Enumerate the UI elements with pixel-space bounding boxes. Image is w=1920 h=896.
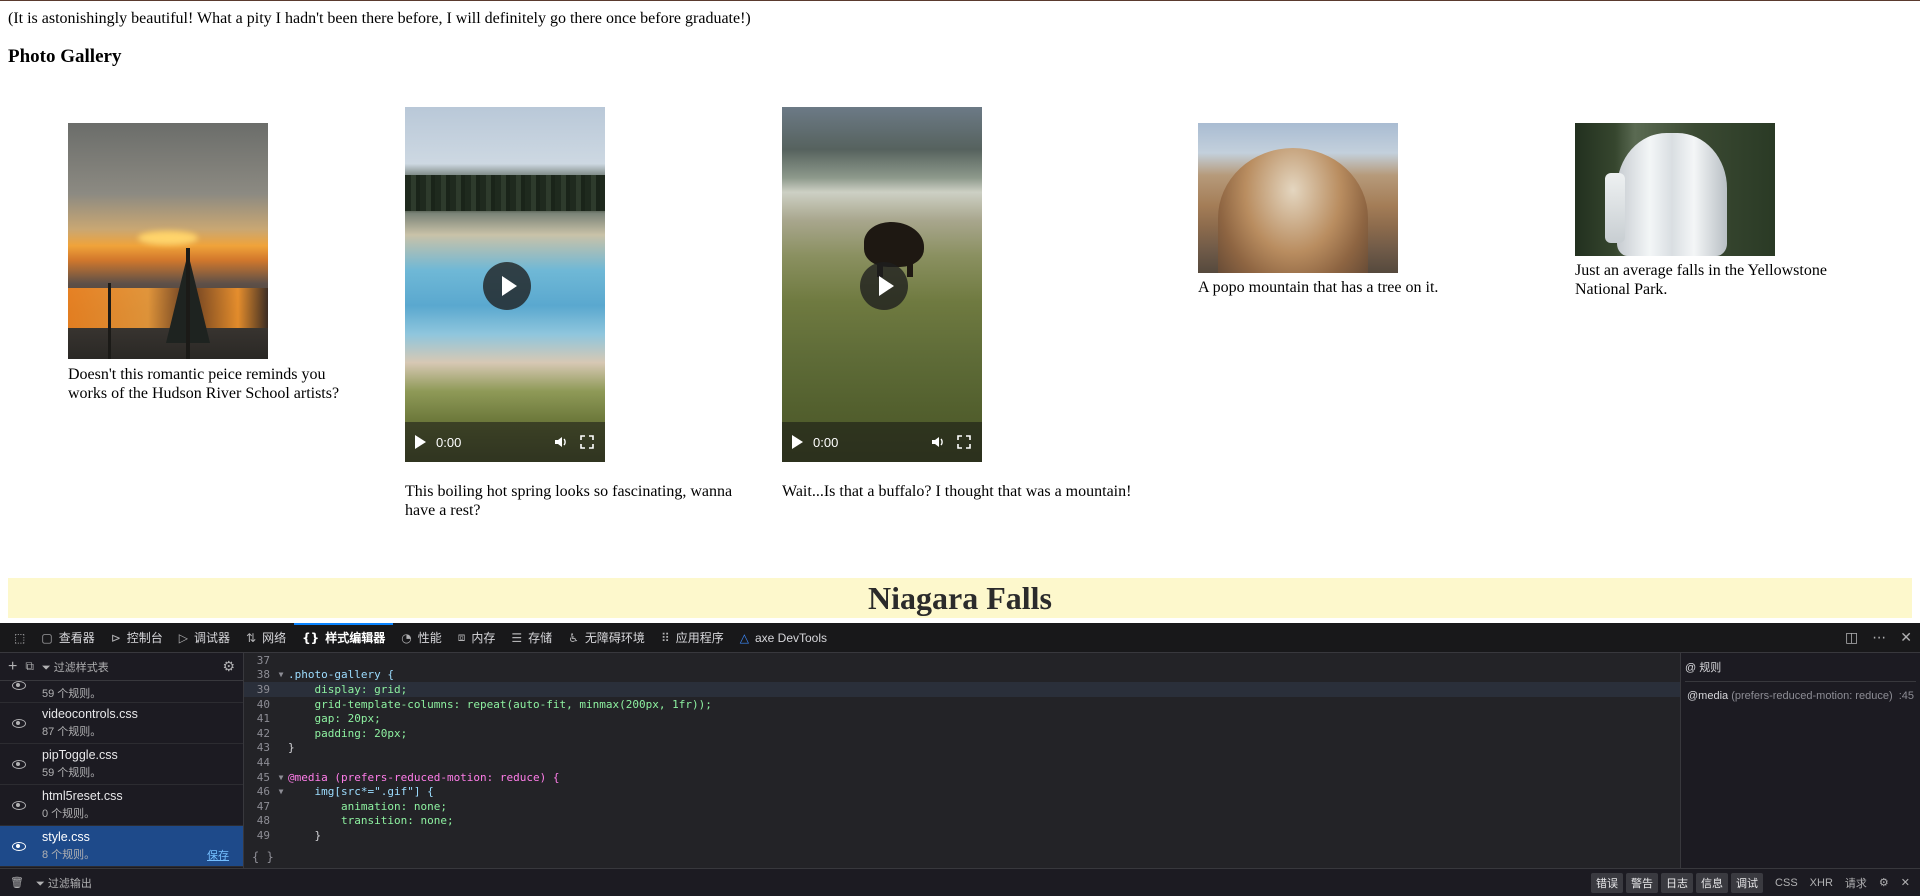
at-rule-item[interactable]: @media (prefers-reduced-motion: reduce) … [1685,682,1916,710]
console-toolbar: 🗑 ⏷ 过滤输出 错误 警告 日志 信息 调试 CSS XHR 请求 ⚙ ✕ [0,868,1920,896]
tab-accessibility[interactable]: ♿ 无障碍环境 [560,623,653,653]
tab-console[interactable]: ⊳ 控制台 [103,623,171,653]
filter-xhr-button[interactable]: XHR [1810,877,1833,889]
visibility-eye-icon[interactable] [12,841,26,851]
debugger-icon: ▷ [178,630,189,645]
stylesheet-item[interactable]: 59 个规则。 [0,681,243,703]
tab-storage[interactable]: ☰ 存储 [503,623,560,653]
visibility-eye-icon[interactable] [12,800,26,810]
code-editor[interactable]: 37 38 ▼ .photo-gallery { 39 display: grid;… [244,653,1680,868]
visibility-eye-icon[interactable] [12,681,26,690]
falls-photo [1575,123,1775,256]
network-icon: ⇅ [246,630,257,645]
add-stylesheet-icon[interactable]: + [8,658,17,676]
hot-spring-video[interactable]: 0:00 [405,107,605,462]
more-options-icon[interactable]: ⋯ [1872,630,1886,646]
caption: Just an average falls in the Yellowstone… [1575,262,1827,298]
stylesheet-item[interactable]: pipToggle.css 59 个规则。 [0,744,243,785]
video-controls: 0:00 [405,422,605,462]
caption: Doesn't this romantic peice reminds you … [68,366,340,402]
devtools-tabbar: ⬚ ▢ 查看器 ⊳ 控制台 ▷ 调试器 ⇅ 网络 {} 样式编辑器 ◔ 性能 ⧈ 内存 ☰ 存储… [0,623,1920,653]
style-editor-icon: {} [302,630,320,645]
close-icon[interactable]: ✕ [1900,630,1912,646]
filter-logs-button[interactable]: 日志 [1661,872,1694,893]
filter-stylesheets-input[interactable]: ⏷ 过滤样式表 [42,659,215,675]
filter-info-button[interactable]: 信息 [1696,872,1729,893]
play-overlay-icon[interactable] [860,262,908,310]
intro-text: (It is astonishingly beautiful! What a p… [8,10,751,27]
filter-debug-button[interactable]: 调试 [1731,872,1764,893]
filter-requests-button[interactable]: 请求 [1845,875,1867,891]
visibility-eye-icon[interactable] [12,759,26,769]
caption: This boiling hot spring looks so fascina… [405,483,733,519]
tab-axe-devtools[interactable]: △ axe DevTools [732,623,835,653]
popo-mountain-photo [1198,123,1398,273]
close-split-console-icon[interactable]: ✕ [1901,876,1910,889]
settings-gear-icon[interactable]: ⚙ [222,658,235,675]
application-icon: ⠿ [660,630,670,645]
caption: A popo mountain that has a tree on it. [1198,279,1439,296]
filter-css-button[interactable]: CSS [1775,877,1798,889]
tab-inspector[interactable]: ▢ 查看器 [33,623,102,653]
banner-heading: Niagara Falls [868,579,1052,616]
volume-icon[interactable] [553,434,569,450]
niagara-banner: Niagara Falls [8,578,1912,618]
visibility-eye-icon[interactable] [12,718,26,728]
gallery-title: Photo Gallery [8,46,122,67]
sunset-photo [68,123,268,359]
buffalo-video[interactable]: 0:00 [782,107,982,462]
memory-icon: ⧈ [457,630,466,644]
trash-icon[interactable]: 🗑 [10,876,24,889]
play-icon[interactable] [792,435,803,449]
console-icon: ⊳ [110,630,121,645]
axe-icon: △ [739,630,749,645]
gallery-item-popo-mountain: A popo mountain that has a tree on it. [1198,123,1498,297]
pretty-print-button[interactable]: { } [252,850,274,864]
video-controls: 0:00 [782,422,982,462]
filter-errors-button[interactable]: 错误 [1591,872,1624,893]
gallery-item-falls: Just an average falls in the Yellowstone… [1575,123,1855,299]
gallery-item-hot-spring: 0:00 This boiling hot spring looks so fa… [405,107,750,520]
tab-performance[interactable]: ◔ 性能 [393,623,450,653]
play-icon[interactable] [415,435,426,449]
gallery-item-buffalo: 0:00 Wait...Is that a buffalo? I thought… [782,107,1162,501]
dock-icon[interactable]: ◫ [1845,630,1858,646]
fullscreen-icon[interactable] [956,434,972,450]
at-rules-header: @ 规则 [1685,659,1916,682]
fullscreen-icon[interactable] [579,434,595,450]
inspector-icon: ▢ [41,630,53,645]
video-time: 0:00 [436,434,462,450]
tab-network[interactable]: ⇅ 网络 [238,623,294,653]
at-rules-sidebar: @ 规则 @media (prefers-reduced-motion: red… [1680,653,1920,868]
console-settings-gear-icon[interactable]: ⚙ [1879,876,1889,889]
stylesheet-list: + ⧉ ⏷ 过滤样式表 ⚙ 59 个规则。 videocontrols.css 8… [0,653,244,868]
save-link[interactable]: 保存 [207,847,229,863]
web-page: (It is astonishingly beautiful! What a p… [0,0,1920,623]
accessibility-icon: ♿ [568,630,579,645]
play-overlay-icon[interactable] [483,262,531,310]
gallery-item-sunset: Doesn't this romantic peice reminds you … [68,123,348,403]
import-stylesheet-icon[interactable]: ⧉ [25,659,34,674]
filter-warnings-button[interactable]: 警告 [1626,872,1659,893]
tab-application[interactable]: ⠿ 应用程序 [653,623,732,653]
stylesheet-item[interactable]: videocontrols.css 87 个规则。 [0,703,243,744]
stylesheet-item[interactable]: html5reset.css 0 个规则。 [0,785,243,826]
tab-memory[interactable]: ⧈ 内存 [450,623,504,653]
devtools-panel: ⬚ ▢ 查看器 ⊳ 控制台 ▷ 调试器 ⇅ 网络 {} 样式编辑器 ◔ 性能 ⧈ 内存 ☰ 存储… [0,623,1920,896]
video-time: 0:00 [813,434,839,450]
pick-element-icon[interactable]: ⬚ [6,623,33,653]
storage-icon: ☰ [511,630,523,645]
caption: Wait...Is that a buffalo? I thought that… [782,483,1132,500]
tab-style-editor[interactable]: {} 样式编辑器 [294,623,393,653]
tab-debugger[interactable]: ▷ 调试器 [171,623,238,653]
volume-icon[interactable] [930,434,946,450]
performance-icon: ◔ [401,630,412,645]
filter-output-input[interactable]: ⏷ 过滤输出 [36,875,92,891]
